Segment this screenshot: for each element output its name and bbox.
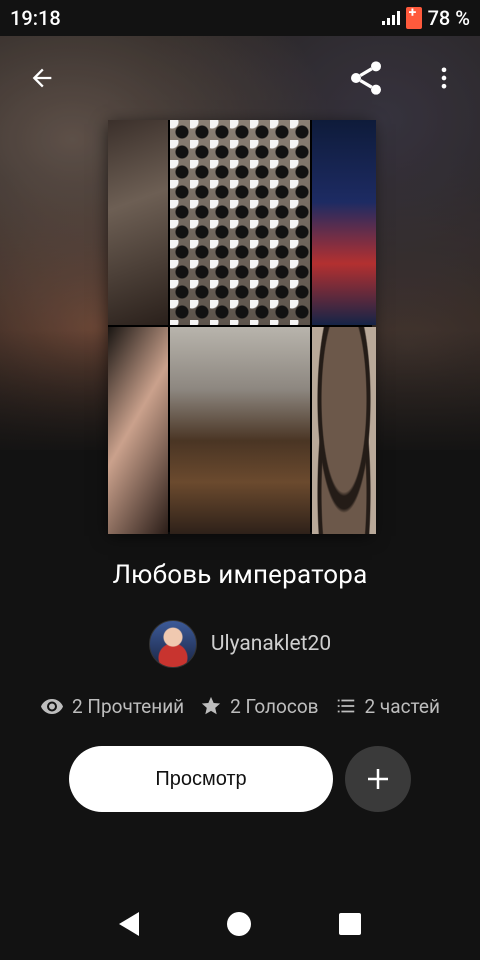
- top-app-bar: [0, 50, 480, 106]
- parts-stat: 2 частей: [335, 694, 440, 718]
- list-icon: [337, 699, 354, 713]
- reads-count: 2 Прочтений: [72, 694, 185, 718]
- reads-stat: 2 Прочтений: [40, 694, 184, 718]
- status-indicators: 78 %: [381, 5, 470, 30]
- more-vert-icon: [441, 67, 447, 89]
- cover-image-tile: [312, 120, 376, 325]
- parts-count: 2 частей: [364, 694, 440, 718]
- author-avatar[interactable]: [148, 620, 197, 668]
- votes-stat: 2 Голосов: [200, 694, 319, 718]
- share-button[interactable]: [342, 54, 390, 102]
- arrow-left-icon: [32, 68, 52, 88]
- cover-image-tile: [108, 327, 168, 534]
- share-icon: [351, 61, 381, 95]
- add-to-library-button[interactable]: [345, 746, 411, 812]
- back-button[interactable]: [18, 54, 66, 102]
- author-name[interactable]: Ulyanaklet20: [211, 632, 331, 656]
- read-button[interactable]: Просмотр: [69, 746, 333, 812]
- nav-recents-icon[interactable]: [339, 913, 361, 935]
- cover-image-tile: [170, 120, 310, 325]
- eye-icon: [41, 699, 63, 714]
- author-row[interactable]: Ulyanaklet20: [0, 620, 480, 668]
- nav-back-icon[interactable]: [119, 912, 139, 936]
- star-icon: [201, 696, 221, 715]
- nav-home-icon[interactable]: [227, 912, 251, 936]
- cover-image-tile: [312, 327, 376, 534]
- status-time: 19:18: [10, 6, 61, 30]
- votes-count: 2 Голосов: [230, 694, 319, 718]
- status-bar: 19:18 78 %: [0, 0, 480, 36]
- cover-image-tile: [108, 120, 168, 325]
- signal-icon: [381, 11, 400, 25]
- story-title: Любовь императора: [112, 560, 368, 590]
- story-stats: 2 Прочтений 2 Голосов 2 частей: [0, 694, 480, 718]
- cover-image-tile: [170, 327, 310, 534]
- battery-level: 78 %: [427, 6, 470, 30]
- system-nav-bar: [0, 888, 480, 960]
- plus-icon: [368, 769, 388, 789]
- story-cover[interactable]: [108, 120, 376, 534]
- battery-icon: [405, 5, 422, 29]
- more-options-button[interactable]: [420, 54, 468, 102]
